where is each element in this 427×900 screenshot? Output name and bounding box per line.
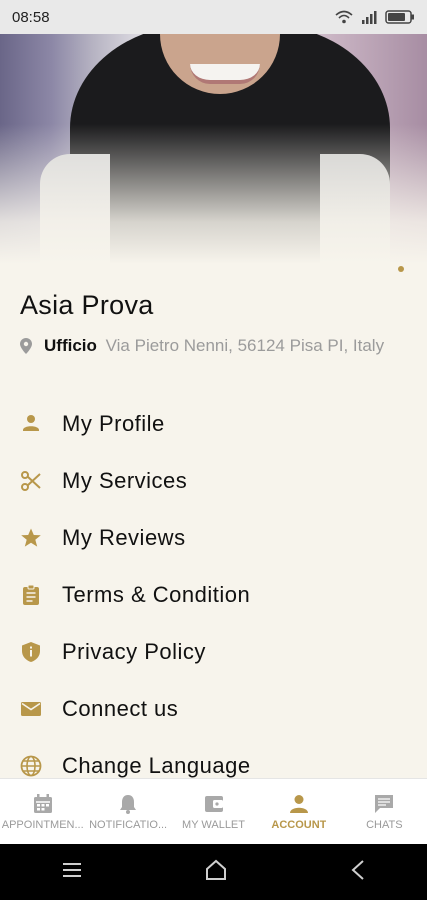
clipboard-icon	[20, 584, 62, 606]
menu-item-my-reviews[interactable]: My Reviews	[0, 509, 427, 566]
back-icon[interactable]	[349, 859, 367, 886]
home-icon[interactable]	[204, 859, 228, 886]
globe-icon	[20, 755, 62, 777]
location-pin-icon	[20, 335, 44, 359]
star-icon	[20, 527, 62, 549]
signal-icon	[362, 11, 377, 24]
profile-cover-photo	[0, 34, 427, 264]
nav-appointments[interactable]: APPOINTMEN...	[0, 779, 85, 844]
status-time: 08:58	[12, 8, 50, 26]
address-value: Via Pietro Nenni, 56124 Pisa PI, Italy	[105, 336, 385, 355]
menu-icon[interactable]	[61, 861, 83, 884]
calendar-icon	[33, 793, 52, 813]
nav-label: ACCOUNT	[271, 818, 327, 831]
mail-icon	[20, 698, 62, 720]
menu-item-connect-us[interactable]: Connect us	[0, 680, 427, 737]
nav-label: MY WALLET	[182, 818, 245, 831]
menu-label: My Profile	[62, 410, 165, 436]
battery-icon	[385, 10, 414, 24]
menu-label: My Services	[62, 467, 188, 493]
menu-item-privacy-policy[interactable]: Privacy Policy	[0, 623, 427, 680]
menu-item-my-services[interactable]: My Services	[0, 452, 427, 509]
scissors-icon	[20, 470, 62, 492]
chat-icon	[375, 794, 394, 813]
system-navigation-bar	[0, 844, 427, 900]
nav-label: NOTIFICATIO...	[89, 818, 168, 831]
profile-address: Ufficio Via Pietro Nenni, 56124 Pisa PI,…	[20, 335, 400, 359]
status-bar: 08:58	[0, 0, 427, 34]
account-icon	[289, 794, 308, 813]
shield-icon	[20, 641, 62, 663]
address-label: Ufficio	[44, 336, 97, 355]
nav-account[interactable]: ACCOUNT	[256, 779, 341, 844]
profile-name: Asia Prova	[20, 290, 154, 320]
menu-label: Change Language	[62, 752, 251, 778]
status-icons	[335, 10, 415, 24]
carousel-indicator-dot[interactable]	[398, 266, 404, 272]
person-icon	[20, 413, 62, 435]
menu-label: Privacy Policy	[62, 638, 206, 664]
wallet-icon	[204, 795, 223, 812]
nav-label: APPOINTMEN...	[1, 818, 84, 831]
menu-item-terms[interactable]: Terms & Condition	[0, 566, 427, 623]
menu-item-my-profile[interactable]: My Profile	[0, 395, 427, 452]
menu-label: My Reviews	[62, 524, 186, 550]
wifi-icon	[335, 10, 353, 24]
account-menu: My Profile My Services My Reviews Terms …	[0, 395, 427, 794]
nav-notifications[interactable]: NOTIFICATIO...	[85, 779, 170, 844]
bell-icon	[120, 794, 137, 814]
bottom-navigation: APPOINTMEN... NOTIFICATIO... MY WALLET A…	[0, 778, 427, 844]
menu-label: Terms & Condition	[62, 581, 251, 607]
nav-chats[interactable]: CHATS	[342, 779, 427, 844]
nav-label: CHATS	[366, 818, 403, 831]
menu-label: Connect us	[62, 695, 179, 721]
nav-my-wallet[interactable]: MY WALLET	[171, 779, 256, 844]
